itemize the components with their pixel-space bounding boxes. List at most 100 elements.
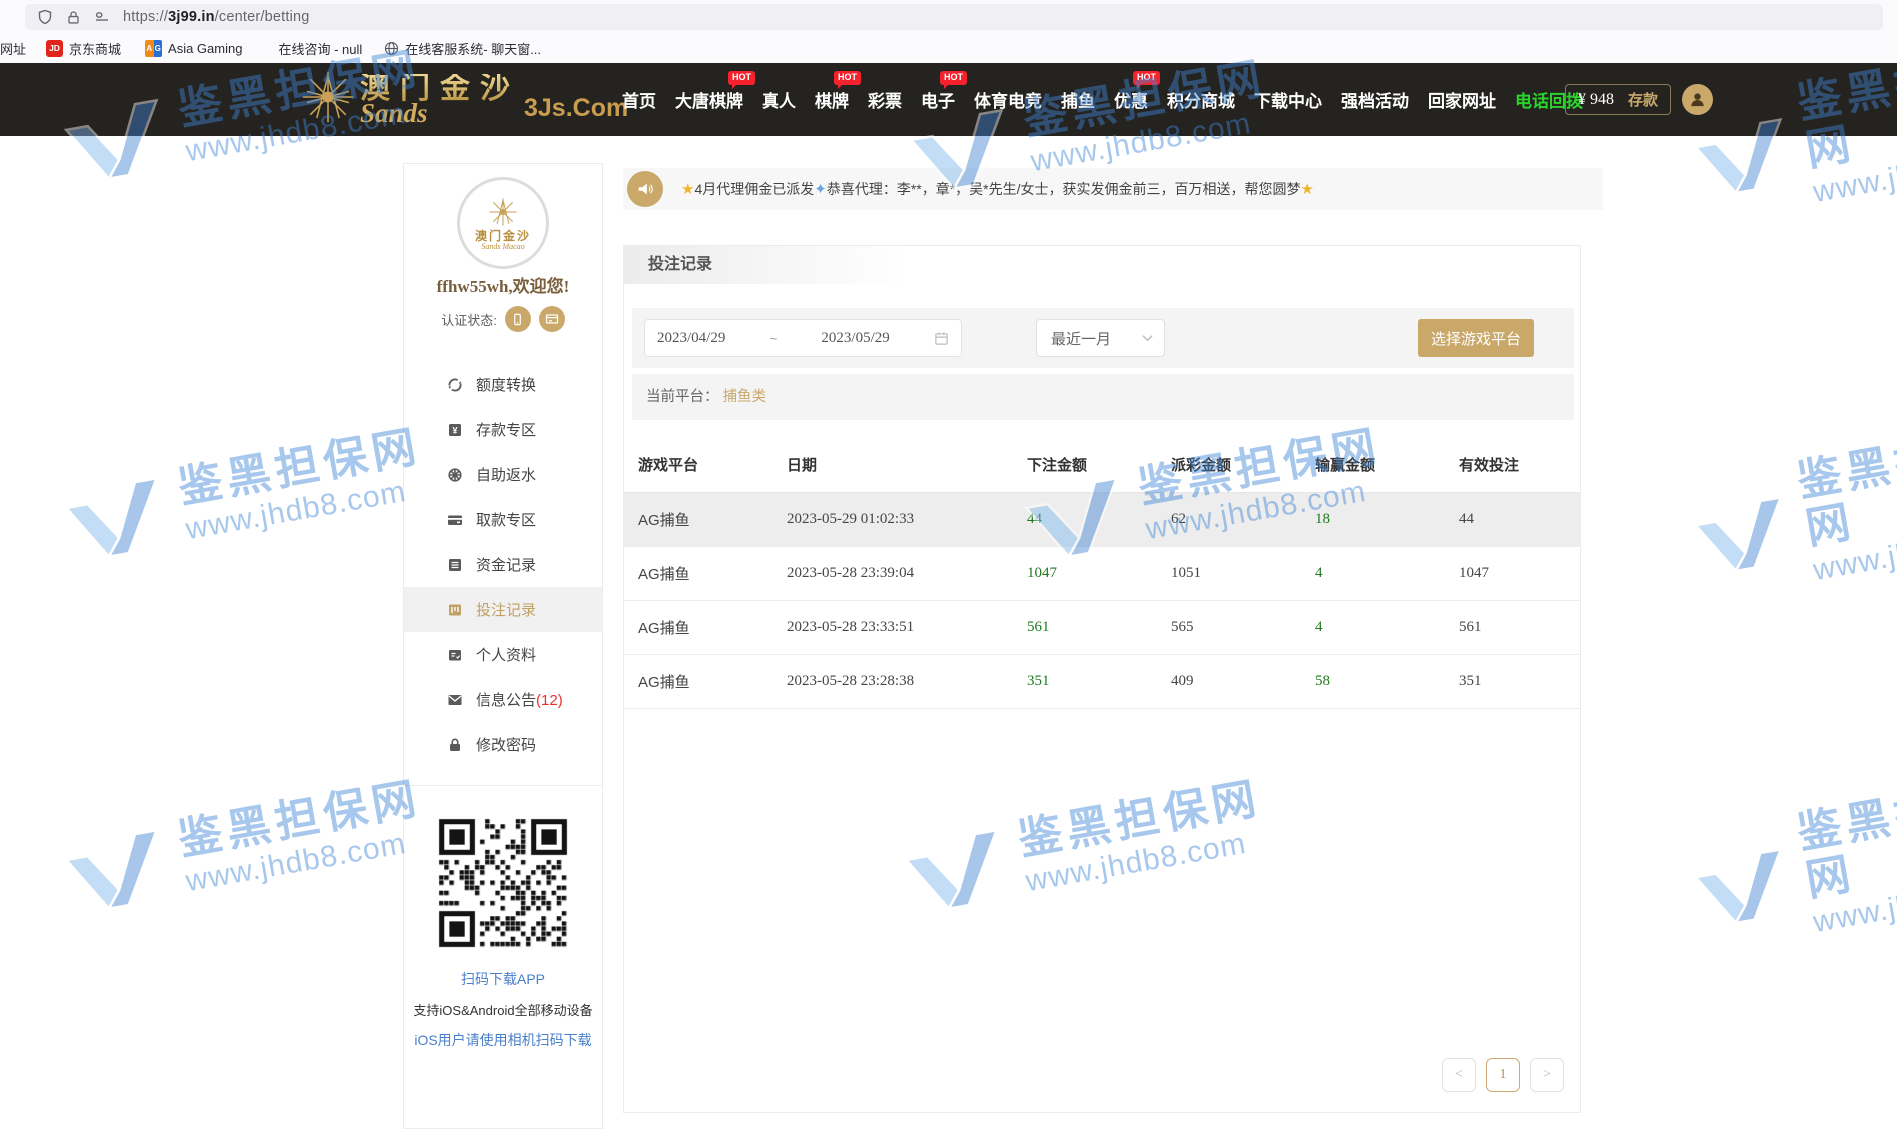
col-header-valid: 有效投注 xyxy=(1459,454,1580,475)
phone-verified-badge[interactable] xyxy=(505,306,531,332)
range-select-value: 最近一月 xyxy=(1051,328,1111,349)
auth-status-row: 认证状态: xyxy=(404,306,602,332)
nav-points-mall[interactable]: 积分商城 xyxy=(1167,87,1235,112)
site-logo[interactable]: 澳门金沙 Sands 3Js.Com xyxy=(300,69,628,127)
col-header-platform: 游戏平台 xyxy=(638,454,787,475)
qr-download-link[interactable]: 扫码下载APP xyxy=(404,969,602,989)
nav-home-url[interactable]: 回家网址 xyxy=(1428,87,1496,112)
padlock-icon xyxy=(447,737,463,753)
balance-deposit-box[interactable]: ¥ 948 存款 xyxy=(1565,84,1671,115)
nav-events[interactable]: 强档活动 xyxy=(1341,87,1409,112)
chevron-down-icon xyxy=(1142,334,1153,342)
welcome-text: ffhw55wh,欢迎您! xyxy=(404,272,602,297)
qr-ios-link[interactable]: iOS用户请使用相机扫码下载 xyxy=(404,1030,602,1050)
avatar-brand-en: Sands Macao xyxy=(481,243,524,251)
avatar-brand-cn: 澳门金沙 xyxy=(475,230,531,242)
cell-payout: 1051 xyxy=(1171,565,1315,582)
sidebar-item-withdraw[interactable]: 取款专区 xyxy=(404,497,602,542)
nav-lottery[interactable]: 彩票 xyxy=(868,87,902,112)
user-avatar-button[interactable] xyxy=(1682,84,1713,115)
bookmark-site[interactable]: 网址 xyxy=(0,39,26,58)
table-row: AG捕鱼 2023-05-28 23:28:38 351 409 58 351 xyxy=(624,655,1580,709)
deposit-button[interactable]: 存款 xyxy=(1628,89,1658,110)
sidebar-item-change-password[interactable]: 修改密码 xyxy=(404,722,602,767)
next-page-button[interactable]: > xyxy=(1530,1058,1564,1092)
bookmark-label: 网址 xyxy=(0,39,26,58)
current-page-button[interactable]: 1 xyxy=(1486,1058,1520,1092)
current-platform-value[interactable]: 捕鱼类 xyxy=(723,389,767,405)
nav-promotions[interactable]: 优惠HOT xyxy=(1114,87,1148,112)
cell-winloss: 4 xyxy=(1315,619,1459,636)
cell-date: 2023-05-29 01:02:33 xyxy=(787,511,1027,528)
cell-bet: 44 xyxy=(1027,511,1171,528)
watermark: 鉴黑担保网www.jhdb8.com xyxy=(55,417,432,574)
menu-label: 额度转换 xyxy=(476,374,536,395)
bookmarks-bar: 网址 JD京东商城 AGAsia Gaming 在线咨询 - null 在线客服… xyxy=(0,33,1897,63)
nav-chess[interactable]: 棋牌HOT xyxy=(815,87,849,112)
watermark: 鉴黑担保网www.jhdb8.com xyxy=(1681,419,1897,608)
col-header-bet: 下注金额 xyxy=(1027,454,1171,475)
date-from: 2023/04/29 xyxy=(657,330,725,347)
menu-label: 个人资料 xyxy=(476,644,536,665)
logo-script: Sands xyxy=(360,100,520,127)
sidebar-item-profile[interactable]: 个人资料 xyxy=(404,632,602,677)
qr-code xyxy=(434,814,572,952)
nav-fishing[interactable]: 捕鱼 xyxy=(1061,87,1095,112)
watermark-logo-icon xyxy=(55,462,175,574)
hot-badge: HOT xyxy=(1133,71,1160,85)
nav-datang-chess[interactable]: 大唐棋牌HOT xyxy=(675,87,743,112)
globe-icon xyxy=(384,41,399,56)
betting-records-panel: 投注记录 2023/04/29 ~ 2023/05/29 最近一月 选择游戏平台… xyxy=(623,245,1581,1113)
sidebar-divider xyxy=(404,785,602,786)
col-header-winloss: 输赢金额 xyxy=(1315,454,1459,475)
hot-badge: HOT xyxy=(940,71,967,85)
sunburst-logo-icon xyxy=(300,69,356,125)
sidebar-item-quota-transfer[interactable]: 额度转换 xyxy=(404,362,602,407)
nav-home[interactable]: 首页 xyxy=(622,87,656,112)
cell-payout: 565 xyxy=(1171,619,1315,636)
logo-text: 澳门金沙 Sands xyxy=(360,74,520,127)
cell-bet: 1047 xyxy=(1027,565,1171,582)
watermark: 鉴黑担保网www.jhdb8.com xyxy=(55,769,432,926)
sidebar-item-rebate[interactable]: 自助返水 xyxy=(404,452,602,497)
bookmark-customer-service[interactable]: 在线客服系统- 聊天窗... xyxy=(384,39,541,58)
bank-card-icon xyxy=(545,312,559,326)
sidebar-item-messages[interactable]: 信息公告(12) xyxy=(404,677,602,722)
nav-sports-esports[interactable]: 体育电竞 xyxy=(974,87,1042,112)
ag-favicon: AG xyxy=(145,40,162,57)
cell-winloss: 18 xyxy=(1315,511,1459,528)
nav-live[interactable]: 真人 xyxy=(762,87,796,112)
sidebar: 澳门金沙 Sands Macao ffhw55wh,欢迎您! 认证状态: 额度转… xyxy=(403,163,603,1129)
url-field[interactable]: https://3j99.in/center/betting xyxy=(25,4,1883,30)
announcement-bar: ★4月代理佣金已派发✦恭喜代理：李**，章*，吴*先生/女士，获实发佣金前三，百… xyxy=(623,168,1603,210)
table-row: AG捕鱼 2023-05-28 23:39:04 1047 1051 4 104… xyxy=(624,547,1580,601)
range-select[interactable]: 最近一月 xyxy=(1036,319,1165,357)
menu-label: 取款专区 xyxy=(476,509,536,530)
bookmark-jd[interactable]: JD京东商城 xyxy=(46,39,121,58)
sidebar-item-deposit[interactable]: ¥ 存款专区 xyxy=(404,407,602,452)
table-row: AG捕鱼 2023-05-29 01:02:33 44 62 18 44 xyxy=(624,493,1580,547)
hot-badge: HOT xyxy=(728,71,755,85)
table-header-row: 游戏平台 日期 下注金额 派彩金额 输赢金额 有效投注 xyxy=(624,436,1580,493)
cell-valid: 1047 xyxy=(1459,565,1580,582)
bookmark-asia-gaming[interactable]: AGAsia Gaming xyxy=(145,40,242,57)
list-icon xyxy=(447,557,463,573)
sidebar-item-fund-records[interactable]: 资金记录 xyxy=(404,542,602,587)
sidebar-item-betting-records[interactable]: 投注记录 xyxy=(404,587,602,632)
calendar-icon xyxy=(934,331,949,346)
date-range-picker[interactable]: 2023/04/29 ~ 2023/05/29 xyxy=(644,319,962,357)
select-game-platform-button[interactable]: 选择游戏平台 xyxy=(1418,319,1534,357)
cell-platform: AG捕鱼 xyxy=(638,563,787,584)
menu-label: 投注记录 xyxy=(476,599,536,620)
star-icon: ★ xyxy=(681,181,694,198)
watermark-logo-icon xyxy=(55,814,175,926)
prev-page-button[interactable]: < xyxy=(1442,1058,1476,1092)
card-verified-badge[interactable] xyxy=(539,306,565,332)
bookmark-online-consult[interactable]: 在线咨询 - null xyxy=(278,39,362,58)
cell-winloss: 4 xyxy=(1315,565,1459,582)
auth-status-label: 认证状态: xyxy=(441,310,497,329)
watermark-logo-icon xyxy=(1684,479,1797,590)
betting-records-icon xyxy=(447,602,463,618)
nav-download[interactable]: 下载中心 xyxy=(1254,87,1322,112)
nav-slots[interactable]: 电子HOT xyxy=(921,87,955,112)
